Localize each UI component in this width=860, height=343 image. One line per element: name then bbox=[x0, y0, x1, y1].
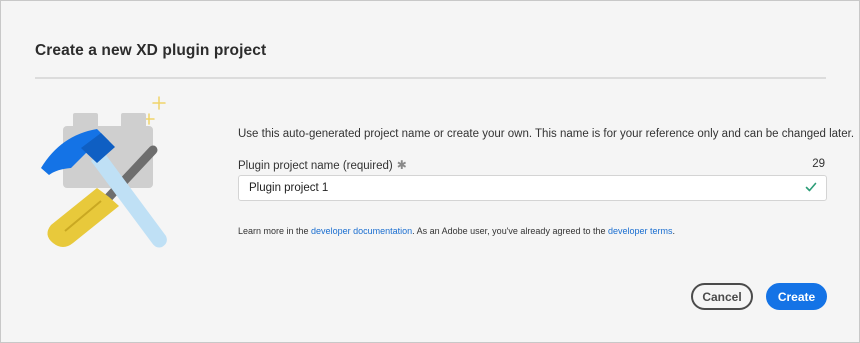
hammer-and-screwdriver-icon bbox=[41, 96, 167, 248]
dialog-title: Create a new XD plugin project bbox=[35, 42, 267, 59]
create-button[interactable]: Create bbox=[766, 283, 827, 310]
title-divider bbox=[35, 77, 826, 79]
required-asterisk-icon: ✱ bbox=[396, 158, 407, 172]
project-name-field[interactable] bbox=[238, 175, 827, 201]
learn-more-middle: . As an Adobe user, you've already agree… bbox=[412, 226, 608, 236]
create-plugin-dialog: Create a new XD plugin project Use this … bbox=[0, 0, 860, 343]
project-name-label: Plugin project name (required) ✱ bbox=[238, 158, 407, 172]
check-icon bbox=[805, 182, 817, 192]
developer-terms-link[interactable]: developer terms bbox=[608, 226, 673, 236]
developer-documentation-link[interactable]: developer documentation bbox=[311, 226, 412, 236]
learn-more-prefix: Learn more in the bbox=[238, 226, 312, 236]
character-count: 29 bbox=[812, 158, 825, 170]
learn-more-suffix: . bbox=[672, 226, 676, 236]
learn-more-text: Learn more in the developer documentatio… bbox=[238, 226, 675, 236]
cancel-button[interactable]: Cancel bbox=[691, 283, 753, 310]
intro-text: Use this auto-generated project name or … bbox=[238, 128, 855, 140]
project-name-label-text: Plugin project name (required) bbox=[238, 160, 393, 172]
project-name-input[interactable] bbox=[239, 176, 789, 200]
